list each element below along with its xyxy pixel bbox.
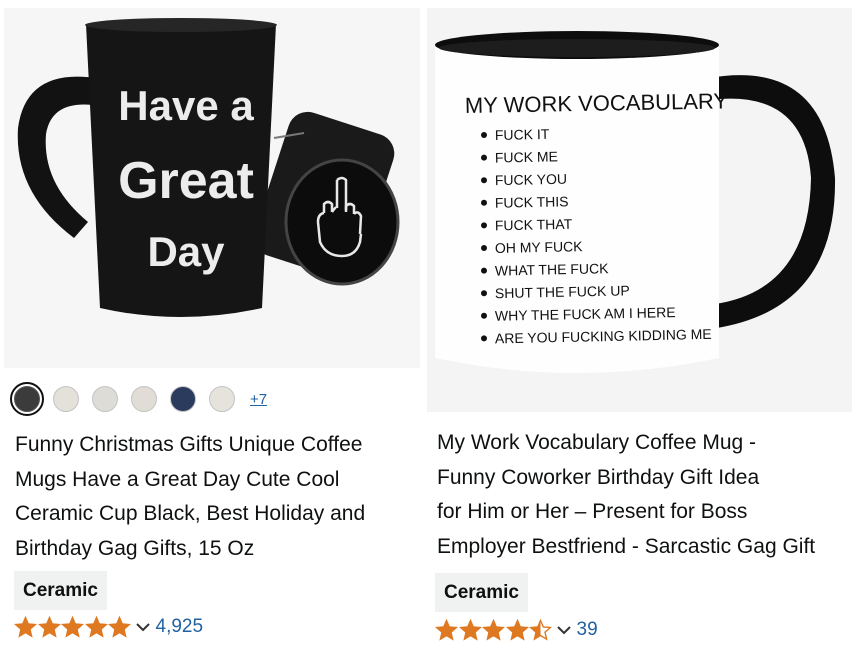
product-image-2[interactable]: MY WORK VOCABULARY FUCK IT FUCK ME FUCK YO… <box>427 8 852 412</box>
bullet-dot <box>481 199 487 206</box>
swatch-black[interactable] <box>10 382 44 416</box>
title-line: Ceramic Cup Black, Best Holiday and <box>15 502 366 525</box>
star-full-icon <box>14 616 37 638</box>
vocab-item: OH MY FUCK <box>495 238 584 256</box>
title-line: Funny Coworker Birthday Gift Idea <box>437 465 760 489</box>
mug-text-line-2: Great <box>118 152 254 210</box>
chevron-down-icon[interactable] <box>555 621 573 639</box>
star-rating[interactable] <box>14 616 132 638</box>
title-line: Birthday Gag Gifts, 15 Oz <box>15 536 255 560</box>
mug-text-line-3: Day <box>147 228 225 275</box>
title-line: Funny Christmas Gifts Unique Coffee <box>15 433 363 456</box>
product-title-1[interactable]: Funny Christmas Gifts Unique Coffee Mugs… <box>15 428 411 566</box>
bullet-dot <box>481 154 487 161</box>
vocab-item: FUCK ME <box>495 148 558 165</box>
swatch-white-1[interactable] <box>53 386 79 412</box>
vocab-item: FUCK THIS <box>495 193 569 211</box>
swatch-white-2[interactable] <box>92 386 118 412</box>
product-image-1[interactable]: Have a Great Day <box>4 8 420 368</box>
title-line: Employer Bestfriend - Sarcastic Gag Gift <box>437 534 816 558</box>
chevron-down-icon[interactable] <box>134 618 152 636</box>
swatch-navy[interactable] <box>170 386 196 412</box>
star-full-icon <box>505 619 529 641</box>
star-full-icon <box>37 616 61 638</box>
rating-count[interactable]: 4,925 <box>156 616 204 638</box>
rating-count[interactable]: 39 <box>577 619 598 641</box>
title-line: for Him or Her – Present for Boss <box>437 500 748 523</box>
product-title-2[interactable]: My Work Vocabulary Coffee Mug - Funny Co… <box>437 426 842 564</box>
title-line: My Work Vocabulary Coffee Mug - <box>437 431 757 454</box>
vocab-item: FUCK THAT <box>495 216 573 234</box>
bullet-dot <box>481 245 487 251</box>
bullet-dot <box>481 267 487 274</box>
material-badge: Ceramic <box>435 573 528 612</box>
product-card-1[interactable]: Have a Great Day +7 Funny Christmas Gift… <box>4 8 420 649</box>
vocab-item: SHUT THE FUCK UP <box>495 282 630 301</box>
star-full-icon <box>61 616 84 638</box>
rating-1[interactable]: 4,925 <box>14 616 203 638</box>
product-card-2[interactable]: MY WORK VOCABULARY FUCK IT FUCK ME FUCK YO… <box>427 8 852 649</box>
mug-text-line-1: Have a <box>118 82 254 129</box>
vocab-item: WHAT THE FUCK <box>495 260 610 278</box>
star-full-icon <box>458 619 482 641</box>
star-full-icon <box>482 619 505 641</box>
star-full-icon <box>108 616 131 638</box>
material-badge: Ceramic <box>14 571 107 610</box>
swatch-white-4[interactable] <box>209 386 235 412</box>
star-half-icon <box>529 619 552 641</box>
star-full-icon <box>435 619 458 641</box>
bullet-dot <box>481 290 487 297</box>
title-line: Mugs Have a Great Day Cute Cool <box>15 467 340 491</box>
bullet-dot <box>481 222 487 229</box>
vocab-item: FUCK IT <box>495 126 550 143</box>
bullet-dot <box>481 132 487 138</box>
bullet-dot <box>481 177 487 184</box>
star-rating[interactable] <box>435 619 553 641</box>
rating-2[interactable]: 39 <box>435 619 598 641</box>
color-swatches: +7 <box>10 382 267 416</box>
have-a-great-day-mug-image: Have a Great Day <box>4 8 420 368</box>
bullet-dot <box>481 335 487 342</box>
mug-heading: MY WORK VOCABULARY <box>465 88 729 118</box>
star-full-icon <box>84 616 108 638</box>
swatch-white-3[interactable] <box>131 386 157 412</box>
more-colors-link[interactable]: +7 <box>250 391 267 408</box>
work-vocabulary-mug-image: MY WORK VOCABULARY FUCK IT FUCK ME FUCK YO… <box>427 8 852 412</box>
vocab-item: FUCK YOU <box>495 171 567 189</box>
bullet-dot <box>481 312 487 319</box>
